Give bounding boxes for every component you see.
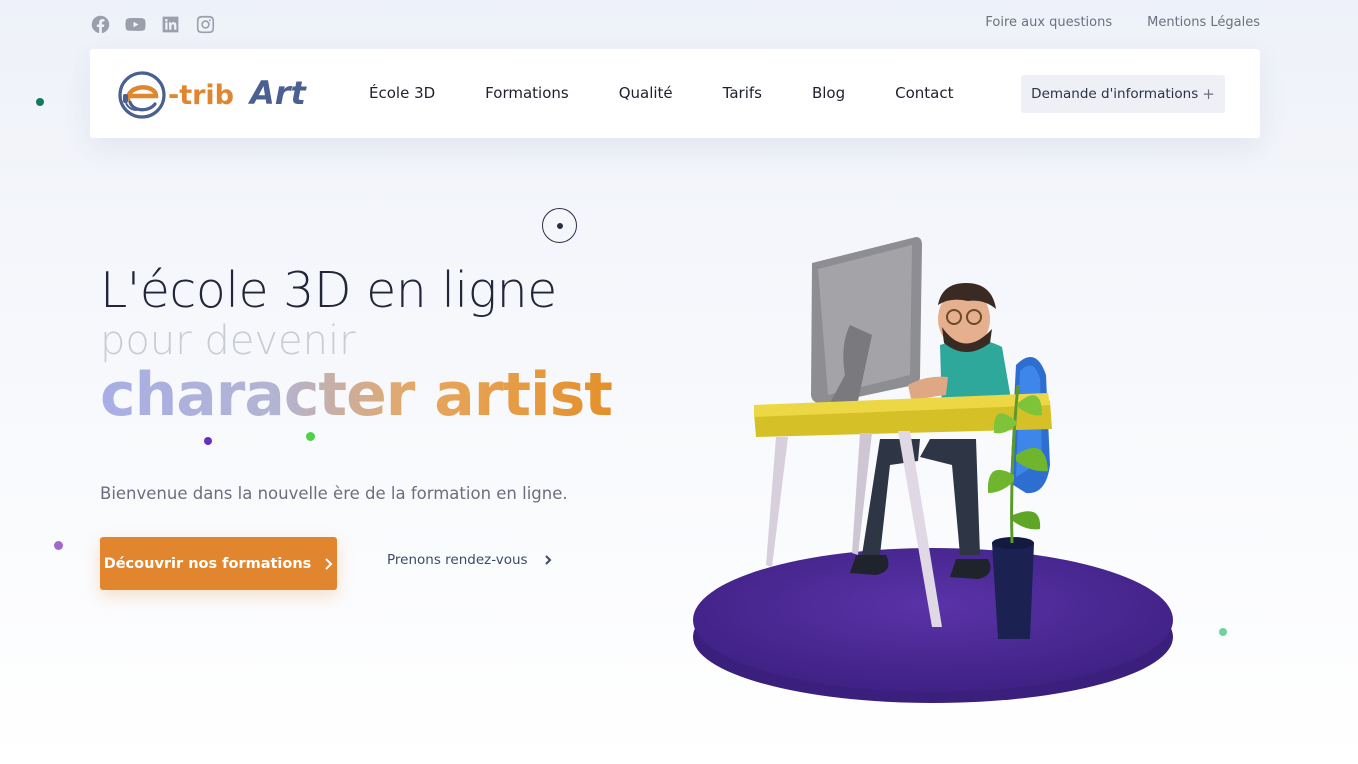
hero-title: L'école 3D en ligne bbox=[100, 262, 557, 319]
hero-highlight: character artist bbox=[100, 360, 613, 430]
decor-ring bbox=[542, 208, 577, 243]
top-links: Foire aux questions Mentions Légales bbox=[985, 15, 1260, 30]
main-header: -trib Art École 3D Formations Qualité Ta… bbox=[90, 49, 1260, 138]
discover-formations-button[interactable]: Découvrir nos formations bbox=[100, 537, 337, 590]
hero-subtitle-line: pour devenir bbox=[100, 318, 356, 364]
plus-icon: + bbox=[1202, 85, 1215, 103]
social-links bbox=[90, 14, 216, 35]
decor-dot bbox=[1219, 628, 1227, 636]
decor-dot bbox=[54, 541, 63, 550]
request-info-label: Demande d'informations bbox=[1031, 86, 1199, 102]
faq-link[interactable]: Foire aux questions bbox=[985, 15, 1112, 30]
svg-text:Art: Art bbox=[247, 74, 308, 112]
discover-formations-label: Découvrir nos formations bbox=[103, 555, 312, 572]
nav-item-qualite[interactable]: Qualité bbox=[619, 84, 673, 102]
instagram-icon[interactable] bbox=[195, 14, 216, 35]
nav-item-contact[interactable]: Contact bbox=[895, 84, 953, 102]
linkedin-icon[interactable] bbox=[160, 14, 181, 35]
chevron-right-icon bbox=[325, 557, 333, 570]
decor-dot bbox=[36, 98, 44, 106]
decor-dot bbox=[306, 432, 315, 441]
nav-item-ecole-3d[interactable]: École 3D bbox=[369, 84, 435, 102]
appointment-link[interactable]: Prenons rendez-vous bbox=[387, 552, 552, 568]
nav-item-formations[interactable]: Formations bbox=[485, 84, 569, 102]
legal-link[interactable]: Mentions Légales bbox=[1147, 15, 1260, 30]
request-info-button[interactable]: Demande d'informations + bbox=[1021, 75, 1225, 113]
logo[interactable]: -trib Art bbox=[117, 66, 312, 122]
svg-text:-trib: -trib bbox=[168, 80, 234, 111]
youtube-icon[interactable] bbox=[125, 14, 146, 35]
chevron-right-icon bbox=[544, 555, 552, 565]
decor-dot bbox=[204, 437, 212, 445]
main-nav: École 3D Formations Qualité Tarifs Blog … bbox=[369, 84, 954, 102]
appointment-label: Prenons rendez-vous bbox=[387, 552, 528, 568]
hero-illustration bbox=[680, 225, 1190, 715]
nav-item-blog[interactable]: Blog bbox=[812, 84, 845, 102]
top-bar: Foire aux questions Mentions Légales bbox=[90, 10, 1260, 36]
hero-description: Bienvenue dans la nouvelle ère de la for… bbox=[100, 484, 568, 503]
facebook-icon[interactable] bbox=[90, 14, 111, 35]
nav-item-tarifs[interactable]: Tarifs bbox=[723, 84, 762, 102]
